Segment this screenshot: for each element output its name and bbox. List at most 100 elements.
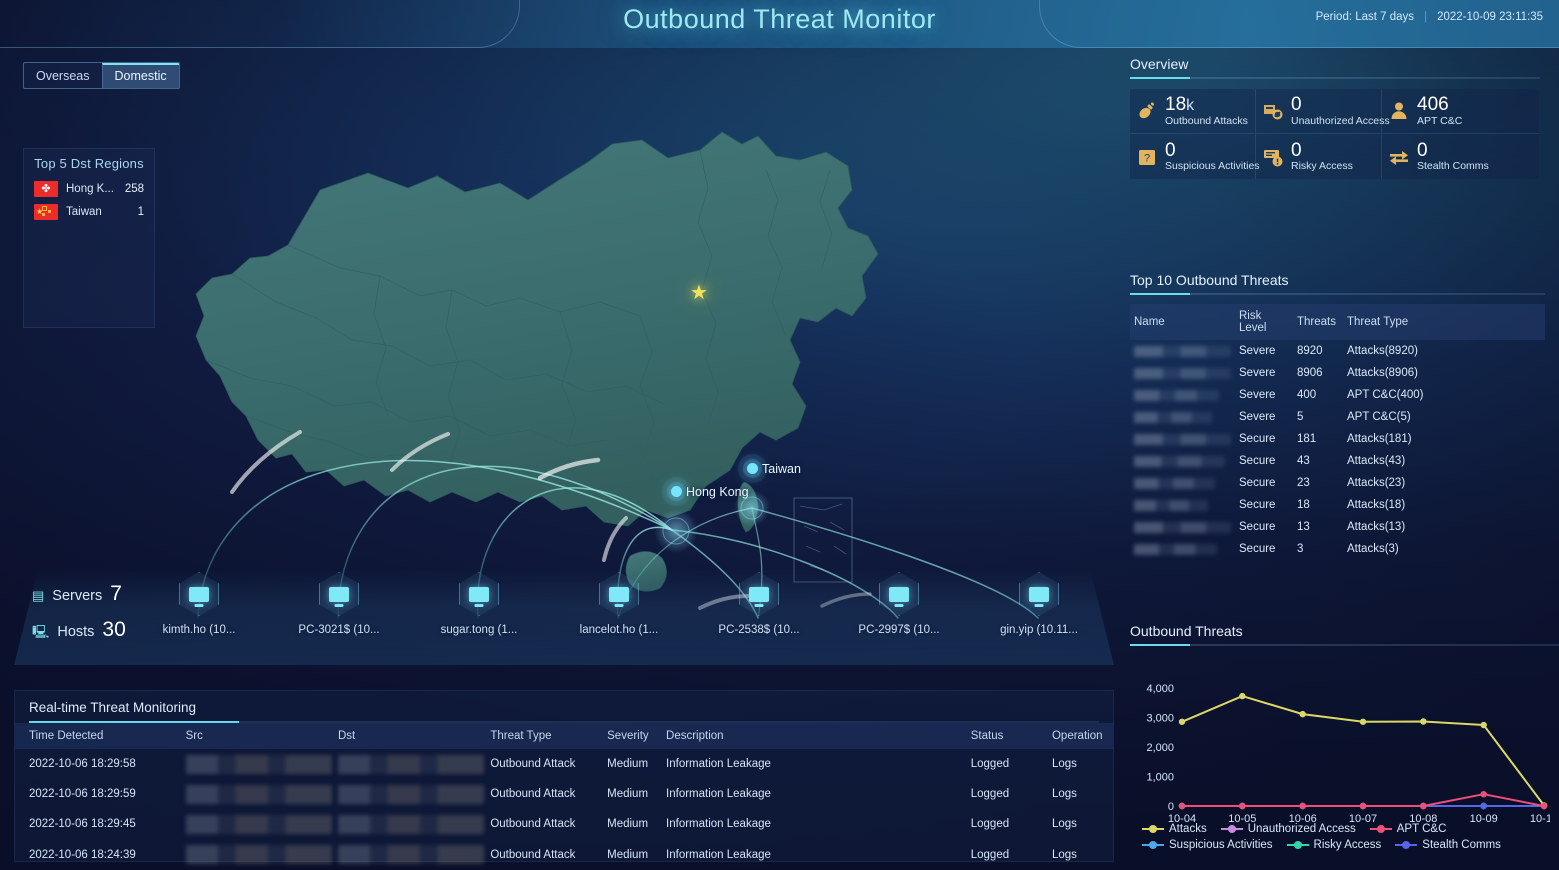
table-row[interactable]: 2022-10-06 18:29:45 Outbound Attack Medi… xyxy=(15,809,1113,839)
table-row[interactable]: Severe 400 APT C&C(400) xyxy=(1130,384,1545,406)
hong-kong-flag-icon xyxy=(34,181,58,197)
cell-threat-type: Outbound Attack xyxy=(490,758,576,771)
overview-card-stealth-comms[interactable]: 0 Stealth Comms xyxy=(1382,134,1539,179)
host-name: kimth.ho (10... xyxy=(162,624,236,636)
host-node[interactable]: gin.yip (10.11... xyxy=(979,572,1099,636)
cell-threats: 8920 xyxy=(1297,345,1323,357)
table-row[interactable]: 2022-10-06 18:24:39 Outbound Attack Medi… xyxy=(15,840,1113,870)
host-node[interactable]: PC-2538$ (10... xyxy=(699,572,819,636)
table-row[interactable]: Severe 8920 Attacks(8920) xyxy=(1130,340,1545,362)
cell-time: 2022-10-06 18:29:58 xyxy=(29,758,136,771)
legend-item[interactable]: Unauthorized Access xyxy=(1220,823,1356,835)
cell-threat-type: Outbound Attack xyxy=(490,788,576,801)
cell-risk: Severe xyxy=(1239,411,1276,423)
cell-status: Logged xyxy=(970,788,1010,801)
col-operation[interactable]: Operation xyxy=(1051,723,1113,749)
table-row[interactable]: Secure 18 Attacks(18) xyxy=(1130,494,1545,516)
host-hex-frame xyxy=(179,572,219,616)
col-status[interactable]: Status xyxy=(970,723,1052,749)
dashboard-root: ★ Hong Kong Taiwan Outbound Threat Monit… xyxy=(0,0,1559,870)
table-row[interactable]: Severe 5 APT C&C(5) xyxy=(1130,406,1545,428)
redacted-name xyxy=(1134,455,1226,467)
col-threat-type[interactable]: Threat Type xyxy=(1343,304,1545,340)
legend-swatch xyxy=(1142,841,1164,849)
legend-item[interactable]: Stealth Comms xyxy=(1395,839,1501,851)
cell-operation-logs[interactable]: Logs xyxy=(1052,779,1113,809)
redacted-dst xyxy=(337,784,485,804)
redacted-name xyxy=(1134,433,1231,445)
svg-text:0: 0 xyxy=(1168,801,1174,813)
host-name: PC-2997$ (10... xyxy=(858,624,940,636)
legend-item[interactable]: Suspicious Activities xyxy=(1142,839,1273,851)
cell-operation-logs[interactable]: Logs xyxy=(1052,840,1113,870)
cell-dst xyxy=(337,809,490,839)
col-threat-type[interactable]: Threat Type xyxy=(490,723,608,749)
chart-plot-area[interactable]: 0 1,000 2,000 3,000 4,000 10-04 10-05 10-06 10-0… xyxy=(1130,646,1550,846)
scope-tabs[interactable]: Overseas Domestic xyxy=(23,62,180,89)
host-node[interactable]: PC-2997$ (10... xyxy=(839,572,959,636)
table-header-row: Time Detected Src Dst Threat Type Severi… xyxy=(15,723,1113,749)
overview-card-apt-cc[interactable]: 406 APT C&C xyxy=(1382,89,1539,134)
legend-item[interactable]: Attacks xyxy=(1142,823,1207,835)
unauthorized-access-icon xyxy=(1262,100,1284,122)
region-row[interactable]: Hong K... 258 xyxy=(24,179,154,202)
host-node[interactable]: kimth.ho (10... xyxy=(139,572,259,636)
table-row[interactable]: Secure 23 Attacks(23) xyxy=(1130,472,1545,494)
outbound-threats-chart-section: Outbound Threats 0 1,000 2,000 3,000 4,000 10… xyxy=(1120,623,1559,870)
overview-card-suspicious-activities[interactable]: ? 0 Suspicious Activities xyxy=(1130,134,1260,179)
cell-type: Attacks(43) xyxy=(1347,455,1406,467)
col-severity[interactable]: Severity xyxy=(607,723,667,749)
host-node[interactable]: lancelot.ho (1... xyxy=(559,572,679,636)
map-node-taiwan[interactable] xyxy=(747,463,758,474)
host-name: lancelot.ho (1... xyxy=(579,624,659,636)
table-row[interactable]: Secure 3 Attacks(3) xyxy=(1130,538,1545,560)
overview-title: Overview xyxy=(1130,56,1189,72)
cell-risk: Severe xyxy=(1239,345,1276,357)
redacted-name xyxy=(1134,499,1208,511)
table-header-row: Name Risk Level Threats Threat Type xyxy=(1130,304,1545,340)
overview-card-text: 0 Risky Access xyxy=(1291,140,1353,173)
top10-title: Top 10 Outbound Threats xyxy=(1130,272,1289,288)
monitor-icon xyxy=(749,586,769,602)
table-row[interactable]: 2022-10-06 18:29:58 Outbound Attack Medi… xyxy=(15,749,1113,779)
cell-status: Logged xyxy=(971,840,1052,870)
table-row[interactable]: 2022-10-06 18:29:59 Outbound Attack Medi… xyxy=(15,779,1113,809)
col-time-detected[interactable]: Time Detected xyxy=(15,723,186,749)
col-threats[interactable]: Threats xyxy=(1293,304,1343,340)
table-row[interactable]: Severe 8906 Attacks(8906) xyxy=(1130,362,1545,384)
overview-card-risky-access[interactable]: 0 Risky Access xyxy=(1256,134,1382,179)
col-risk-level[interactable]: Risk Level xyxy=(1235,304,1293,340)
table-row[interactable]: Secure 43 Attacks(43) xyxy=(1130,450,1545,472)
overview-card-unauthorized-access[interactable]: 0 Unauthorized Access xyxy=(1256,89,1390,134)
cell-threats: 181 xyxy=(1297,433,1317,445)
host-node[interactable]: sugar.tong (1... xyxy=(419,572,539,636)
tab-overseas[interactable]: Overseas xyxy=(24,63,102,88)
threat-map[interactable]: ★ Hong Kong Taiwan xyxy=(0,40,1120,640)
col-src[interactable]: Src xyxy=(185,723,338,749)
tab-domestic[interactable]: Domestic xyxy=(101,63,179,88)
cell-src xyxy=(185,779,338,809)
cell-operation-logs[interactable]: Logs xyxy=(1052,809,1113,839)
legend-item[interactable]: APT C&C xyxy=(1369,823,1446,835)
host-node[interactable]: PC-3021$ (10... xyxy=(279,572,399,636)
table-row[interactable]: Secure 13 Attacks(13) xyxy=(1130,516,1545,538)
overview-card-outbound-attacks[interactable]: 18k Outbound Attacks xyxy=(1130,89,1256,134)
cell-operation-logs[interactable]: Logs xyxy=(1052,749,1113,779)
col-name[interactable]: Name xyxy=(1130,304,1235,340)
cell-name xyxy=(1130,428,1235,450)
cell-severity: Medium xyxy=(607,788,649,801)
legend-item[interactable]: Risky Access xyxy=(1286,839,1381,851)
cell-src xyxy=(185,840,338,870)
host-name: PC-3021$ (10... xyxy=(298,624,380,636)
col-description[interactable]: Description xyxy=(666,723,971,749)
monitor-icon xyxy=(469,586,489,602)
region-row[interactable]: Taiwan 1 xyxy=(24,202,154,225)
cell-risk: Secure xyxy=(1239,543,1276,555)
table-row[interactable]: Secure 181 Attacks(181) xyxy=(1130,428,1545,450)
redacted-src xyxy=(185,784,332,804)
overview-card-text: 0 Suspicious Activities xyxy=(1165,140,1260,173)
cell-threats: 3 xyxy=(1297,543,1304,555)
col-dst[interactable]: Dst xyxy=(337,723,491,749)
map-node-hong-kong[interactable] xyxy=(671,486,682,497)
capital-star-marker: ★ xyxy=(690,282,708,304)
